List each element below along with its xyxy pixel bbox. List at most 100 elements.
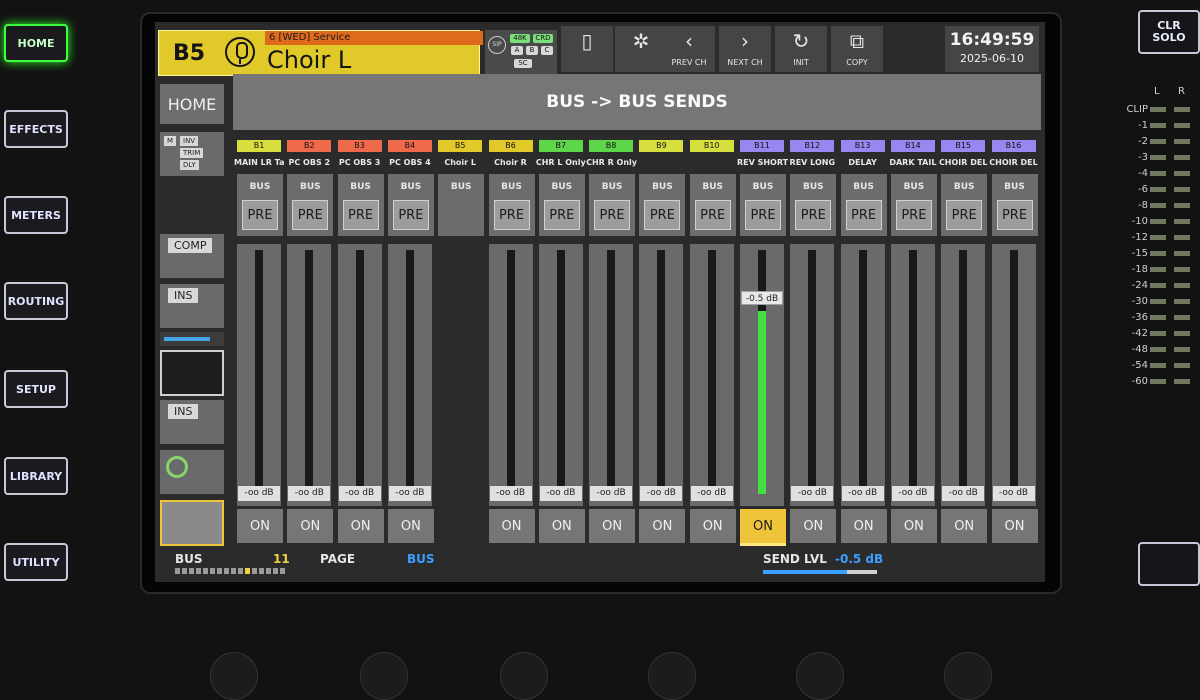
hardware-home-button[interactable]: HOME <box>4 24 68 62</box>
send-fader[interactable] <box>337 244 382 506</box>
pre-button[interactable]: PRE <box>895 200 932 230</box>
send-fader[interactable] <box>790 244 835 506</box>
on-button[interactable]: ON <box>941 509 988 543</box>
usb-drive-icon: ▯ <box>581 29 593 53</box>
hardware-utility-button[interactable]: UTILITY <box>4 543 68 581</box>
channel-header[interactable]: B5 6 [WED] Service Choir L <box>158 30 483 76</box>
send-fader[interactable] <box>387 244 432 506</box>
on-button[interactable]: ON <box>740 509 786 546</box>
meter-row: -60 <box>1100 376 1196 388</box>
strip-id-badge: B8 <box>589 140 634 152</box>
send-level-readout: -oo dB <box>238 486 280 501</box>
clr-solo-button[interactable]: CLR SOLO <box>1138 10 1200 54</box>
on-button[interactable]: ON <box>840 509 887 543</box>
hardware-routing-button[interactable]: ROUTING <box>4 282 68 320</box>
send-fader[interactable] <box>689 244 734 506</box>
send-fader[interactable] <box>991 244 1036 506</box>
meter-segment <box>1150 267 1166 272</box>
screen-home-button[interactable]: HOME <box>160 84 224 124</box>
on-button[interactable]: ON <box>337 509 384 543</box>
pre-button[interactable]: PRE <box>795 200 832 230</box>
pan-block[interactable] <box>160 450 224 494</box>
on-button[interactable]: ON <box>689 509 736 543</box>
send-fader[interactable] <box>538 244 583 506</box>
pre-button[interactable]: PRE <box>644 200 681 230</box>
strip-bus-label: BUS <box>953 182 975 192</box>
on-button[interactable]: ON <box>387 509 434 543</box>
pre-button[interactable]: PRE <box>493 200 530 230</box>
meter-scale-label: -6 <box>1138 184 1148 195</box>
usb-button[interactable]: ▯ <box>561 26 613 72</box>
hardware-effects-button[interactable]: EFFECTS <box>4 110 68 148</box>
strip-id-badge: B11 <box>740 140 784 152</box>
hardware-meters-button[interactable]: METERS <box>4 196 68 234</box>
pre-button[interactable]: PRE <box>342 200 379 230</box>
send-fader[interactable] <box>840 244 885 506</box>
hardware-library-button[interactable]: LIBRARY <box>4 457 68 495</box>
on-button[interactable]: ON <box>538 509 585 543</box>
on-button[interactable]: ON <box>890 509 937 543</box>
on-button[interactable]: ON <box>488 509 535 543</box>
pre-button[interactable]: PRE <box>242 200 278 230</box>
meter-segment <box>1150 171 1166 176</box>
insert-2-block[interactable]: INS <box>160 400 224 444</box>
on-button[interactable]: ON <box>589 509 636 543</box>
eq-block[interactable] <box>160 350 224 396</box>
next-channel-button[interactable]: › NEXT CH <box>719 26 771 72</box>
encoder-knob-4[interactable] <box>648 652 696 700</box>
insert-1-block[interactable]: INS <box>160 284 224 328</box>
send-fader[interactable] <box>488 244 533 506</box>
fader-track <box>506 250 515 494</box>
network-button[interactable]: ✲ <box>615 26 667 72</box>
init-button[interactable]: ↻ INIT <box>775 26 827 72</box>
a-badge: A <box>511 46 523 55</box>
encoder-knob-5[interactable] <box>796 652 844 700</box>
pre-button[interactable]: PRE <box>292 200 329 230</box>
strip-name: DARK TAIL <box>889 158 937 167</box>
send-fader[interactable]: -0.5 dB <box>740 244 784 506</box>
compressor-block[interactable]: COMP <box>160 234 224 278</box>
pre-button[interactable]: PRE <box>845 200 882 230</box>
pre-button[interactable]: PRE <box>594 200 631 230</box>
send-fader[interactable] <box>941 244 986 506</box>
page-value[interactable]: BUS <box>407 552 435 566</box>
meter-segment <box>1150 235 1166 240</box>
pre-button[interactable]: PRE <box>392 200 429 230</box>
fader-view-block[interactable] <box>160 500 224 546</box>
send-fader[interactable] <box>287 244 332 506</box>
encoder-knob-1[interactable] <box>210 652 258 700</box>
blank-hardware-button[interactable] <box>1138 542 1200 586</box>
send-fader[interactable] <box>589 244 634 506</box>
meter-segment <box>1150 123 1166 128</box>
encoder-knob-3[interactable] <box>500 652 548 700</box>
bus-page-indicator[interactable] <box>175 568 285 574</box>
meter-scale-label: -18 <box>1131 264 1148 275</box>
init-label: INIT <box>793 58 809 67</box>
pre-button[interactable]: PRE <box>745 200 781 230</box>
on-button[interactable]: ON <box>639 509 686 543</box>
encoder-knob-2[interactable] <box>360 652 408 700</box>
c-badge: C <box>541 46 553 55</box>
on-button[interactable]: ON <box>991 509 1038 543</box>
strip-bus-label: BUS <box>1004 182 1025 192</box>
pre-button[interactable]: PRE <box>946 200 983 230</box>
encoder-knob-6[interactable] <box>944 652 992 700</box>
copy-button[interactable]: ⧉ COPY <box>831 26 883 72</box>
send-fader[interactable] <box>890 244 935 506</box>
send-fader[interactable] <box>237 244 281 506</box>
pre-button[interactable]: PRE <box>694 200 731 230</box>
meter-segment <box>1174 315 1190 320</box>
processing-overview[interactable]: M INV TRIM DLY <box>160 132 224 176</box>
send-level-bar[interactable] <box>763 570 877 574</box>
strip-bus-label: BUS <box>400 182 422 192</box>
on-button[interactable]: ON <box>790 509 837 543</box>
meter-row: -15 <box>1100 248 1196 260</box>
send-fader[interactable] <box>639 244 684 506</box>
on-button[interactable]: ON <box>237 509 283 543</box>
hardware-setup-button[interactable]: SETUP <box>4 370 68 408</box>
pre-button[interactable]: PRE <box>996 200 1033 230</box>
on-button[interactable]: ON <box>287 509 334 543</box>
pre-button[interactable]: PRE <box>543 200 580 230</box>
meter-scale-label: -54 <box>1131 360 1148 371</box>
prev-channel-button[interactable]: ‹ PREV CH <box>663 26 715 72</box>
